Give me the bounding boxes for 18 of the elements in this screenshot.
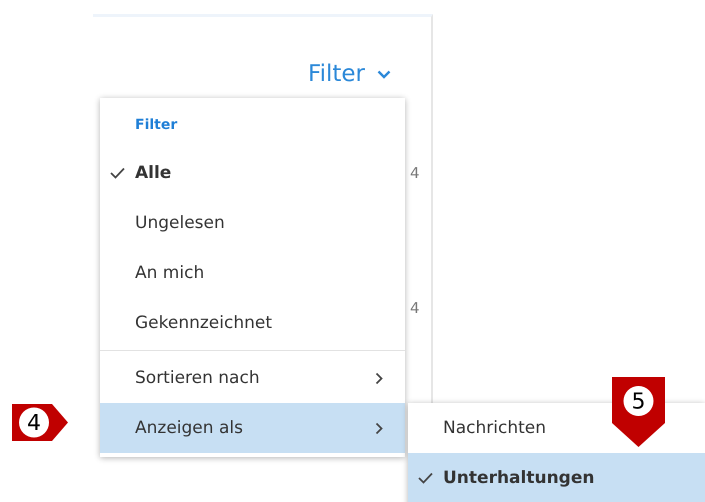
submenu-item[interactable]: Sortieren nach	[100, 353, 405, 403]
check-icon	[110, 167, 125, 179]
menu-item[interactable]: An mich	[100, 248, 405, 298]
date-text: 4	[410, 299, 420, 317]
chevron-down-icon	[377, 70, 391, 78]
chevron-right-icon	[375, 422, 383, 434]
submenu-item[interactable]: Anzeigen als	[100, 403, 405, 453]
date-text: 4	[410, 164, 420, 182]
filter-button[interactable]: Filter	[308, 61, 391, 87]
menu-item[interactable]: Alle	[100, 148, 405, 198]
check-icon	[418, 472, 433, 484]
menu-item[interactable]: Gekennzeichnet	[100, 298, 405, 348]
callout-marker: 4	[12, 404, 68, 441]
menu-item[interactable]: Unterhaltungen	[408, 453, 705, 502]
menu-item[interactable]: Ungelesen	[100, 198, 405, 248]
callout-marker: 5	[612, 377, 665, 447]
menu-heading: Filter	[134, 116, 178, 135]
chevron-right-icon	[375, 372, 383, 384]
